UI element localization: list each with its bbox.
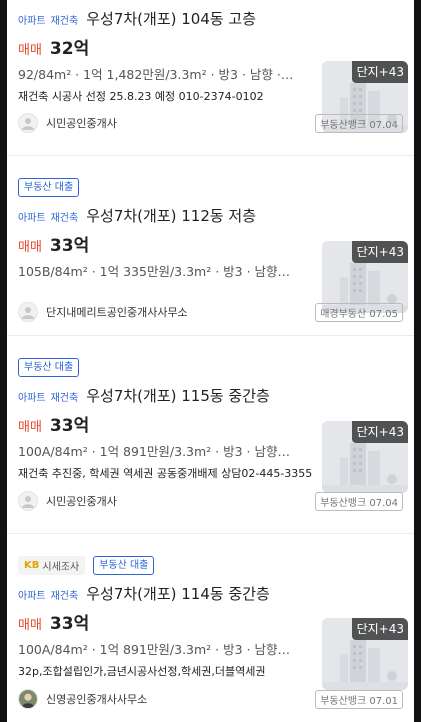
property-type-label: 아파트: [18, 16, 46, 27]
agent-avatar-icon: [18, 113, 38, 133]
loan-badge[interactable]: 부동산 대출: [18, 358, 80, 377]
agent-avatar-icon: [18, 491, 38, 511]
kb-badge-label: 시세조사: [42, 562, 80, 573]
listing-title[interactable]: 우성7차(개포) 112동 저층: [86, 205, 256, 226]
listing-thumbnail[interactable]: 단지+43: [322, 421, 408, 493]
badge-row: 부동산 대출: [18, 358, 403, 377]
listing-panel: 아파트 재건축 우성7차(개포) 104동 고층 매매 32억 92/84m² …: [7, 0, 414, 722]
complex-photo-count: 단지+43: [351, 618, 408, 640]
price: 33억: [49, 416, 90, 436]
agent-name[interactable]: 시민공인중개사: [46, 493, 315, 509]
property-type-label: 아파트: [18, 393, 46, 404]
agent-row: 시민공인중개사 부동산뱅크 07.04: [18, 112, 403, 134]
listing-source: 매경부동산 07.05: [315, 302, 403, 322]
listing-info: 92/84m² · 1억 1,482만원/3.3m² · 방3 · 남향 · 총…: [18, 67, 296, 82]
listing-thumbnail[interactable]: 단지+43: [322, 618, 408, 690]
listing-title-row: 아파트 재건축 우성7차(개포) 104동 고층: [18, 8, 403, 30]
listing-source: 부동산뱅크 07.04: [315, 113, 403, 133]
badge-row: KB 시세조사 부동산 대출: [18, 556, 403, 575]
deal-type: 매매: [18, 43, 42, 58]
rebuild-label: 재건축: [50, 16, 79, 27]
agent-row: 단지내메리트공인중개사사무소 매경부동산 07.05: [18, 301, 403, 323]
listing-description: 재건축 추진중, 학세권 역세권 공동중개배제 상담02-445-3355: [18, 467, 313, 480]
loan-badge[interactable]: 부동산 대출: [18, 178, 80, 197]
listing-title-row: 아파트 재건축 우성7차(개포) 112동 저층: [18, 205, 403, 227]
listing-title[interactable]: 우성7차(개포) 115동 중간층: [86, 385, 270, 406]
badge-row: 부동산 대출: [18, 178, 403, 197]
price: 32억: [49, 39, 90, 59]
rebuild-label: 재건축: [50, 393, 79, 404]
listing-source: 부동산뱅크 07.01: [315, 689, 403, 709]
loan-badge[interactable]: 부동산 대출: [93, 556, 155, 575]
complex-photo-count: 단지+43: [351, 421, 408, 443]
listing-card[interactable]: 부동산 대출 아파트 재건축 우성7차(개포) 115동 중간층 매매 33억 …: [7, 336, 414, 534]
agent-row: 시민공인중개사 부동산뱅크 07.04: [18, 490, 403, 512]
listing-card[interactable]: 아파트 재건축 우성7차(개포) 104동 고층 매매 32억 92/84m² …: [7, 0, 414, 156]
kb-logo: KB: [24, 560, 40, 571]
kb-price-survey-badge[interactable]: KB 시세조사: [18, 556, 86, 575]
property-type-label: 아파트: [18, 591, 46, 602]
listing-info: 105B/84m² · 1억 335만원/3.3m² · 방3 · 남향…: [18, 264, 291, 279]
deal-type: 매매: [18, 240, 42, 255]
listing-source: 부동산뱅크 07.04: [315, 491, 403, 511]
agent-photo-icon: [18, 689, 38, 709]
property-type-label: 아파트: [18, 213, 46, 224]
complex-photo-count: 단지+43: [351, 61, 408, 83]
rebuild-label: 재건축: [50, 213, 79, 224]
rebuild-label: 재건축: [50, 591, 79, 602]
deal-type: 매매: [18, 420, 42, 435]
agent-name[interactable]: 단지내메리트공인중개사사무소: [46, 304, 315, 320]
listing-title[interactable]: 우성7차(개포) 104동 고층: [86, 8, 256, 29]
listing-card[interactable]: 부동산 대출 아파트 재건축 우성7차(개포) 112동 저층 매매 33억 1…: [7, 156, 414, 336]
listing-title-row: 아파트 재건축 우성7차(개포) 115동 중간층: [18, 385, 403, 407]
listing-card[interactable]: KB 시세조사 부동산 대출 아파트 재건축 우성7차(개포) 114동 중간층…: [7, 534, 414, 722]
price-row: 매매 32억: [18, 34, 403, 60]
price: 33억: [49, 236, 90, 256]
listing-title-row: 아파트 재건축 우성7차(개포) 114동 중간층: [18, 583, 403, 605]
price: 33억: [49, 614, 90, 634]
deal-type: 매매: [18, 618, 42, 633]
complex-photo-count: 단지+43: [351, 241, 408, 263]
listing-description: 32p,조합설립인가,금년시공사선정,학세권,더블역세권: [18, 665, 266, 678]
listing-info: 100A/84m² · 1억 891만원/3.3m² · 방3 · 남향…: [18, 642, 290, 657]
listing-description: 재건축 시공사 선정 25.8.23 예정 010-2374-0102: [18, 90, 264, 103]
listing-info: 100A/84m² · 1억 891만원/3.3m² · 방3 · 남향…: [18, 444, 290, 459]
agent-row: 신영공인중개사사무소 부동산뱅크 07.01: [18, 688, 403, 710]
agent-name[interactable]: 시민공인중개사: [46, 115, 315, 131]
listing-title[interactable]: 우성7차(개포) 114동 중간층: [86, 583, 270, 604]
agent-avatar-icon: [18, 302, 38, 322]
agent-name[interactable]: 신영공인중개사사무소: [46, 691, 315, 707]
